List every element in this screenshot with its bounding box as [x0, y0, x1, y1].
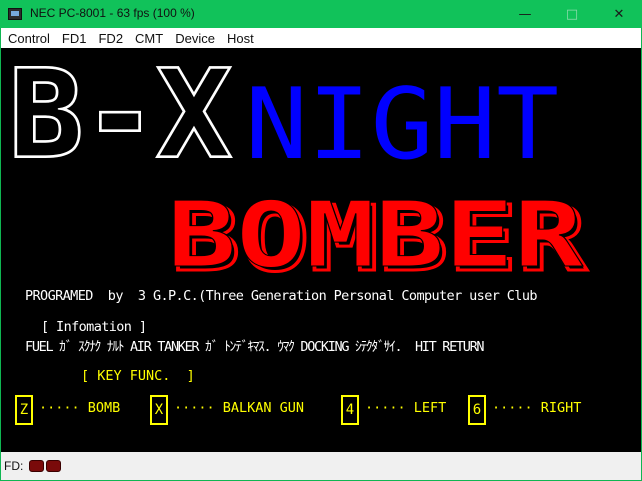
key-4-box: 4 [341, 395, 359, 425]
app-icon [8, 8, 22, 20]
logo-night: NIGHT [245, 68, 559, 182]
fd1-led-icon [29, 460, 45, 472]
key-x-box: X [150, 395, 168, 425]
key-x-label: ····· BALKAN GUN [174, 400, 305, 416]
menu-cmt[interactable]: CMT [130, 31, 168, 46]
minimize-button[interactable]: — [502, 0, 548, 28]
menu-host[interactable]: Host [222, 31, 259, 46]
key-6-label: ····· RIGHT [492, 400, 582, 416]
key-6-box: 6 [468, 395, 486, 425]
menu-device[interactable]: Device [170, 31, 220, 46]
menu-bar: Control FD1 FD2 CMT Device Host [1, 28, 641, 48]
info-text: FUEL ｶﾞ ｽｸﾅｸ ﾅﾙﾄ AIR TANKER ｶﾞ ﾄﾝﾃﾞｷﾏｽ. … [25, 339, 485, 355]
maximize-button[interactable]: □ [549, 0, 595, 28]
title-bar: NEC PC-8001 - 63 fps (100 %) — □ ✕ [0, 0, 642, 28]
game-logo: B-X B-X NIGHT BOMBER BOMBER [7, 48, 590, 294]
key-z-box: Z [15, 395, 33, 425]
menu-fd2[interactable]: FD2 [93, 31, 128, 46]
key-z-label: ····· BOMB [39, 400, 121, 416]
status-bar: FD: [1, 452, 641, 480]
close-button[interactable]: ✕ [596, 0, 642, 28]
emulator-screen[interactable]: B-X B-X NIGHT BOMBER BOMBER PROGRAMED by… [1, 48, 641, 452]
menu-fd1[interactable]: FD1 [57, 31, 92, 46]
credit-text: PROGRAMED by 3 G.P.C.(Three Generation P… [25, 288, 537, 304]
key-func-header: [ KEY FUNC. ] [81, 368, 195, 384]
key-4-label: ····· LEFT [365, 400, 447, 416]
logo-bx-inner: B-X [9, 48, 231, 185]
logo-bomber: BOMBER [167, 183, 584, 288]
fd2-led-icon [46, 460, 62, 472]
window-title: NEC PC-8001 - 63 fps (100 %) [30, 6, 195, 20]
fd-label: FD: [4, 459, 24, 473]
info-header: [ Infomation ] [41, 319, 147, 335]
menu-control[interactable]: Control [3, 31, 55, 46]
